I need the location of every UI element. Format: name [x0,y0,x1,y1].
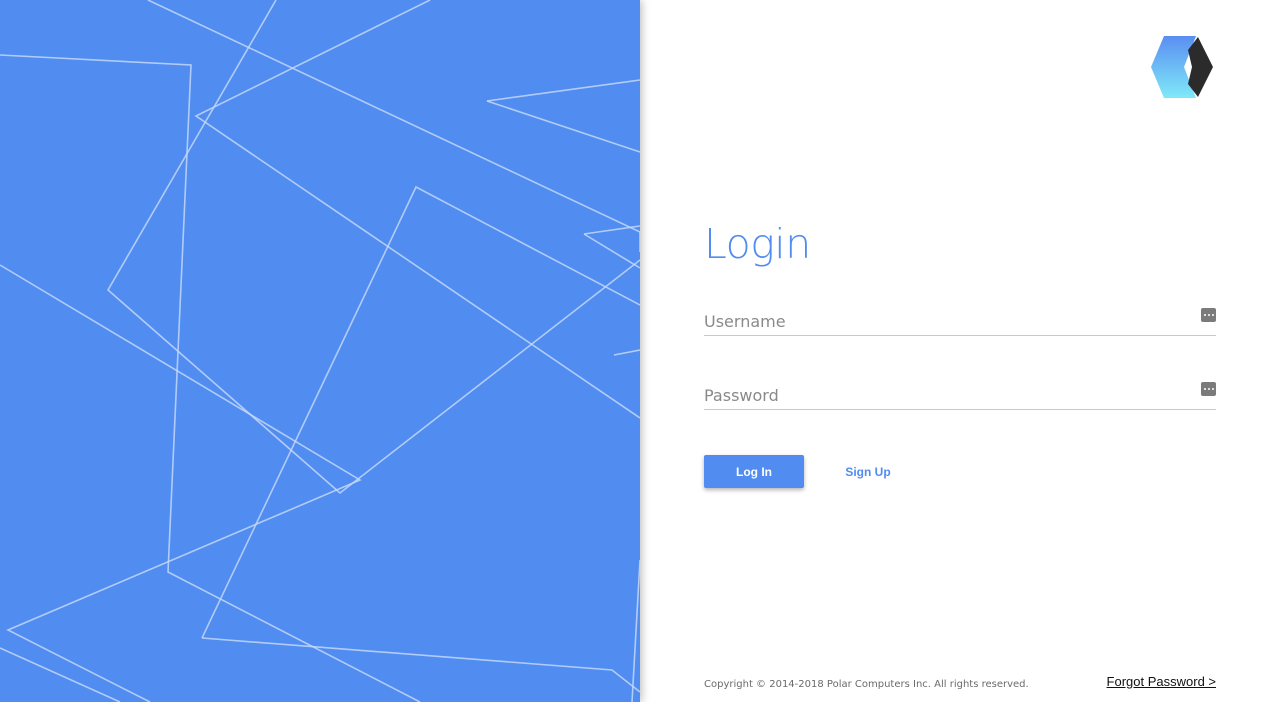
copyright-text: Copyright © 2014-2018 Polar Computers In… [704,679,1029,690]
username-field [704,303,1216,336]
login-button[interactable]: Log In [704,455,804,488]
forgot-password-link[interactable]: Forgot Password > [1107,674,1216,689]
password-input[interactable] [704,383,1174,407]
password-manager-key-icon[interactable] [1201,308,1216,322]
username-input[interactable] [704,309,1174,333]
signup-button[interactable]: Sign Up [833,455,903,488]
decorative-background-panel [0,0,640,702]
geometric-line-art [0,0,640,702]
password-field [704,377,1216,410]
login-panel: Login Log In Sign Up Copyright © 2014-20… [640,0,1280,702]
page-title: Login [704,220,811,268]
polar-computers-logo-icon [1151,36,1213,98]
password-manager-key-icon[interactable] [1201,382,1216,396]
